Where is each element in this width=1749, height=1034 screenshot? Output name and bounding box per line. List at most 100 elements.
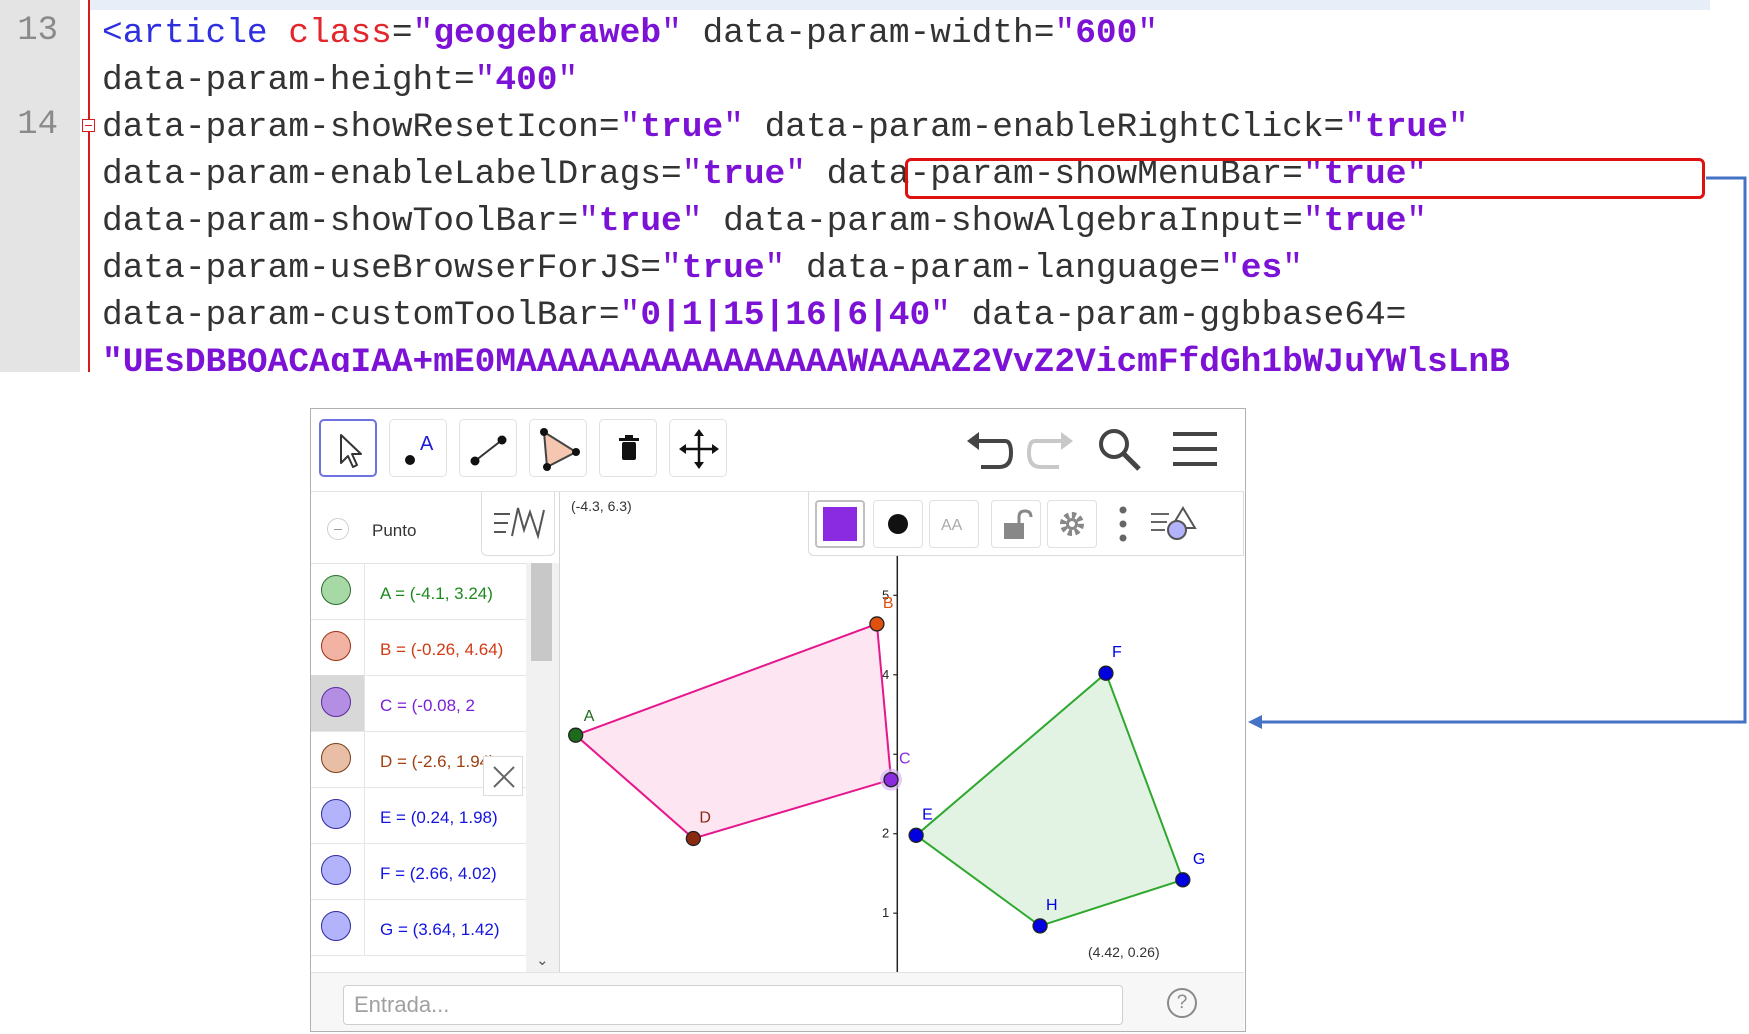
algebra-item-text[interactable]: F = (2.66, 4.02) — [380, 864, 497, 884]
main-menu-button[interactable] — [1169, 423, 1223, 477]
algebra-item-text[interactable]: G = (3.64, 1.42) — [380, 920, 500, 940]
code-token: " — [1282, 249, 1303, 288]
code-token: " — [412, 14, 434, 53]
visibility-dot-icon[interactable] — [321, 575, 351, 605]
algebra-item-text[interactable]: D = (-2.6, 1.94) — [380, 752, 495, 772]
point-d — [685, 830, 701, 847]
scrollbar-thumb[interactable] — [531, 563, 552, 661]
algebra-header: Punto — [311, 492, 559, 564]
undo-button[interactable] — [963, 423, 1017, 477]
code-token: = — [391, 14, 413, 53]
chevron-down-icon[interactable]: ⌄ — [536, 951, 549, 969]
visibility-toggle[interactable] — [311, 731, 365, 787]
algebra-item-text[interactable]: E = (0.24, 1.98) — [380, 808, 498, 828]
code-token: data-param-enableLabelDrags= — [102, 155, 682, 194]
lock-button[interactable] — [991, 500, 1041, 548]
algebra-item[interactable]: F = (2.66, 4.02) — [311, 843, 526, 900]
visibility-dot-icon[interactable] — [321, 799, 351, 829]
code-line-14c: data-param-showToolBar="true" data-param… — [102, 202, 1427, 242]
code-editor[interactable]: 13 14 <article class="geogebraweb" data-… — [0, 0, 1749, 372]
more-options-icon[interactable] — [1117, 502, 1129, 546]
geogebra-applet[interactable]: A Punto A = (-4.1, 3.24) B = (-0.26, 4.6… — [310, 408, 1246, 1032]
visibility-dot-icon[interactable] — [321, 631, 351, 661]
point-label: A — [584, 708, 595, 725]
algebra-style-button[interactable] — [481, 492, 555, 556]
delete-tool-button[interactable] — [599, 419, 657, 477]
code-token: " — [930, 296, 951, 335]
point-b — [869, 616, 885, 632]
help-icon[interactable]: ? — [1167, 988, 1197, 1018]
algebra-view: Punto A = (-4.1, 3.24) B = (-0.26, 4.64) C… — [311, 492, 560, 972]
visibility-dot-icon[interactable] — [321, 743, 351, 773]
point-style-button[interactable] — [873, 500, 923, 548]
fold-toggle-icon[interactable] — [82, 119, 95, 132]
code-token: " — [619, 296, 641, 335]
visibility-toggle[interactable] — [311, 899, 365, 955]
point-tool-button[interactable]: A — [389, 419, 447, 477]
svg-text:AA: AA — [941, 517, 963, 534]
algebra-item[interactable]: G = (3.64, 1.42) — [311, 899, 526, 956]
arrow-cursor-icon — [340, 434, 362, 468]
algebra-item[interactable]: C = (-0.08, 2 — [311, 675, 526, 732]
visibility-toggle[interactable] — [311, 619, 365, 675]
visibility-toggle[interactable] — [311, 675, 365, 731]
delete-item-button[interactable] — [483, 756, 523, 796]
algebra-item-text[interactable]: B = (-0.26, 4.64) — [380, 640, 503, 660]
visibility-dot-icon[interactable] — [321, 911, 351, 941]
visibility-toggle[interactable] — [311, 787, 365, 843]
algebra-item[interactable]: B = (-0.26, 4.64) — [311, 619, 526, 676]
code-token: data-param-width= — [681, 14, 1055, 53]
code-line-14a: data-param-showResetIcon="true" data-par… — [102, 108, 1469, 148]
polygon-tool-button[interactable] — [529, 419, 587, 477]
code-token: " — [785, 155, 806, 194]
point-e — [908, 827, 924, 843]
y-tick-label: 4 — [882, 667, 889, 682]
hamburger-menu-icon — [1173, 432, 1217, 466]
graphics-style-bar: AA — [808, 492, 1244, 556]
move-view-tool-button[interactable] — [669, 419, 727, 477]
label-style-button[interactable]: AA — [929, 500, 979, 548]
visibility-toggle[interactable] — [311, 563, 365, 619]
search-button[interactable] — [1093, 423, 1147, 477]
input-bar: ? — [311, 972, 1244, 1031]
redo-icon — [1026, 432, 1073, 469]
point-label: G — [1193, 851, 1205, 868]
visibility-dot-icon[interactable] — [321, 855, 351, 885]
code-token: " — [474, 61, 496, 100]
code-line-13b: data-param-height="400" — [102, 61, 578, 101]
move-tool-button[interactable] — [319, 419, 377, 477]
collapse-icon[interactable] — [327, 518, 349, 540]
visibility-toggle[interactable] — [311, 843, 365, 899]
algebra-item-text[interactable]: C = (-0.08, 2 — [380, 696, 475, 716]
line-number-gutter: 13 14 — [0, 0, 80, 372]
visibility-dot-icon[interactable] — [321, 687, 351, 717]
label-text-icon: AA — [941, 517, 963, 534]
polygon-shape — [914, 671, 1185, 928]
algebra-item[interactable]: A = (-4.1, 3.24) — [311, 563, 526, 620]
graphics-canvas[interactable]: 12345ABCDEFGH — [560, 492, 1244, 972]
polygon-shape — [573, 622, 893, 840]
code-token: true — [1364, 108, 1448, 147]
graphics-view-menu-button[interactable] — [1147, 500, 1207, 548]
fill-color-button[interactable] — [815, 500, 865, 548]
input-field[interactable] — [343, 985, 1123, 1025]
algebra-scrollbar[interactable]: ⌄ — [526, 563, 559, 972]
unlock-icon — [1004, 509, 1033, 539]
code-token: " — [661, 249, 682, 288]
code-token: " — [1220, 249, 1241, 288]
code-token: " — [723, 108, 744, 147]
redo-button[interactable] — [1023, 423, 1077, 477]
segment-tool-button[interactable] — [459, 419, 517, 477]
toolbar: A — [311, 409, 1244, 492]
current-line-highlight — [90, 0, 1710, 10]
close-icon — [493, 766, 515, 788]
settings-button[interactable] — [1047, 500, 1097, 548]
code-token: data-param-ggbbase64= — [950, 296, 1407, 335]
graphics-view[interactable]: 12345ABCDEFGH (-4.3, 6.3) (4.42, 0.26) A… — [560, 492, 1244, 972]
sort-options-icon — [494, 507, 545, 540]
point-f — [1098, 665, 1114, 681]
algebra-item-text[interactable]: A = (-4.1, 3.24) — [380, 584, 493, 604]
top-left-coordinates: (-4.3, 6.3) — [571, 498, 632, 514]
code-token: data-param-useBrowserForJS= — [102, 249, 661, 288]
